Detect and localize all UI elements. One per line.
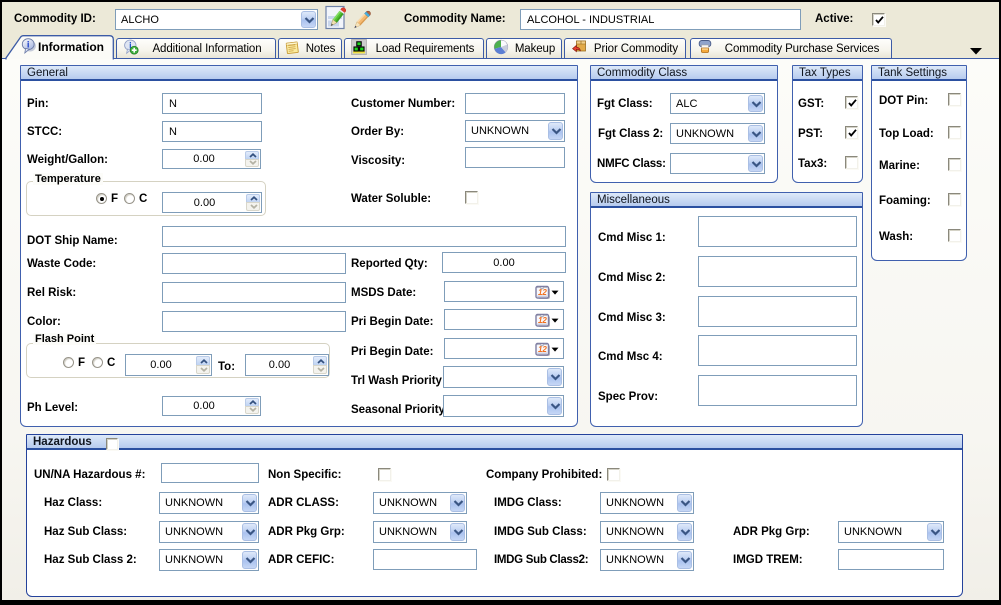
svg-text:12: 12 [538,345,547,354]
svg-text:12: 12 [538,288,547,297]
svg-text:i: i [27,39,30,50]
svg-text:12: 12 [538,316,547,325]
